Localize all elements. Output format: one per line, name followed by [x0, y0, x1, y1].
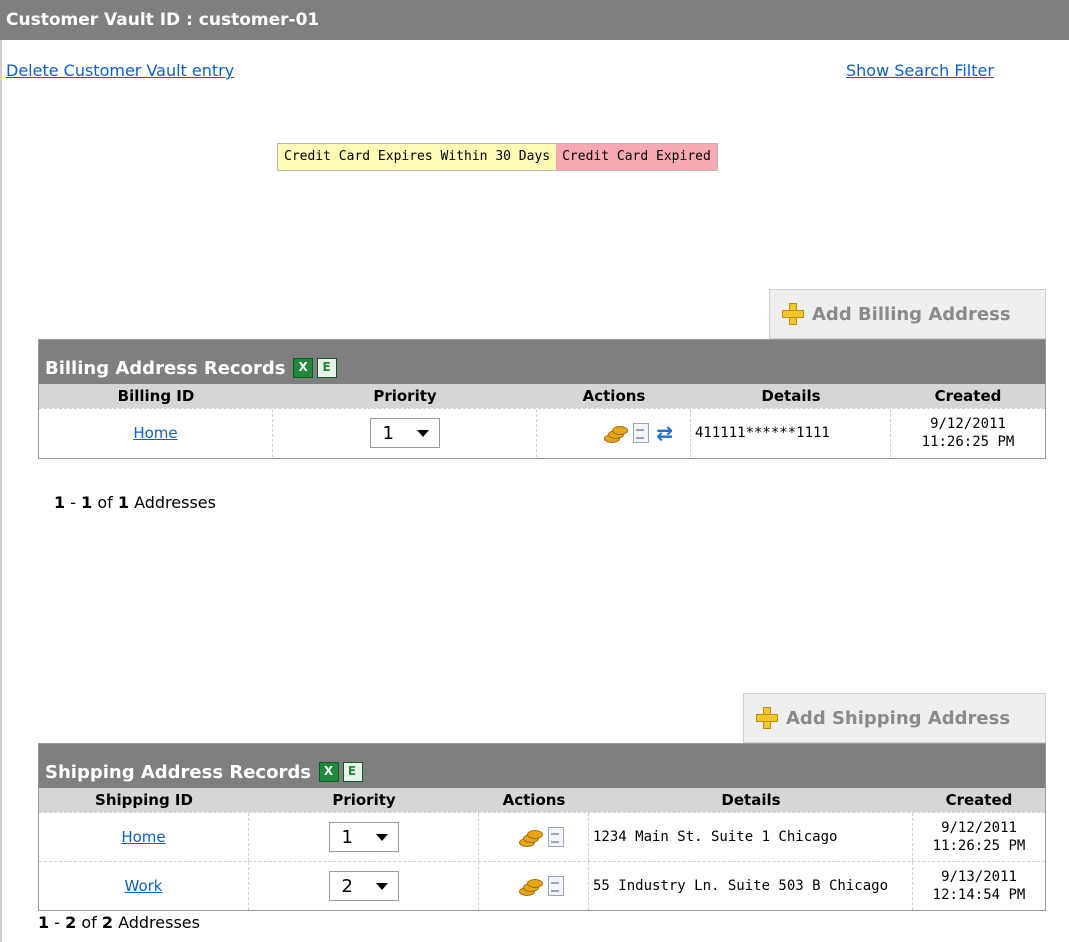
- details-doc-icon[interactable]: [633, 423, 650, 443]
- pager-to: 2: [65, 913, 77, 932]
- shipping-details: 55 Industry Ln. Suite 503 B Chicago: [589, 862, 913, 910]
- show-search-filter-link[interactable]: Show Search Filter: [846, 61, 994, 80]
- col-created: Created: [934, 387, 1002, 405]
- pager-of: of: [81, 913, 97, 932]
- chevron-down-icon: [375, 833, 388, 841]
- priority-value: 1: [341, 826, 353, 848]
- priority-select[interactable]: 1: [369, 418, 440, 448]
- billing-records-title: Billing Address Records: [45, 357, 286, 379]
- billing-id-link[interactable]: Home: [133, 424, 177, 442]
- col-billing-id: Billing ID: [117, 387, 195, 405]
- chevron-down-icon: [416, 429, 429, 437]
- add-shipping-label: Add Shipping Address: [786, 707, 1011, 729]
- pager-of: of: [97, 493, 113, 512]
- col-created: Created: [945, 791, 1013, 809]
- page-title: Customer Vault ID : customer-01: [0, 0, 1069, 40]
- left-border: [0, 0, 2, 942]
- plus-icon: [782, 303, 804, 325]
- add-billing-label: Add Billing Address: [812, 303, 1011, 325]
- shipping-id-link[interactable]: Work: [125, 877, 163, 895]
- shipping-column-headers: Shipping ID Priority Actions Details Cre…: [39, 788, 1045, 812]
- shipping-details: 1234 Main St. Suite 1 Chicago: [589, 813, 913, 861]
- col-priority: Priority: [373, 387, 437, 405]
- details-doc-icon[interactable]: [548, 876, 564, 896]
- table-row: Work 2 55 Industry Ln. Suite 503 B Chica…: [39, 861, 1045, 910]
- pager-to: 1: [81, 493, 93, 512]
- legend-expiring: Credit Card Expires Within 30 Days: [278, 144, 557, 170]
- billing-records-table: Billing Address Records Billing ID Prior…: [38, 339, 1046, 459]
- col-details: Details: [761, 387, 821, 405]
- priority-value: 1: [382, 422, 394, 444]
- col-actions: Actions: [502, 791, 566, 809]
- shipping-records-table: Shipping Address Records Shipping ID Pri…: [38, 743, 1046, 911]
- plus-icon: [756, 707, 778, 729]
- excel-download-icon[interactable]: [317, 358, 338, 378]
- pager-from: 1: [38, 913, 50, 932]
- priority-select[interactable]: 2: [328, 871, 399, 901]
- shipping-records-header: Shipping Address Records: [39, 744, 1045, 788]
- charge-coins-icon[interactable]: [604, 423, 629, 443]
- col-shipping-id: Shipping ID: [95, 791, 193, 809]
- col-actions: Actions: [582, 387, 646, 405]
- table-row: Home 1 1234 Main St. Suite 1 Chicago 9/1…: [39, 812, 1045, 861]
- status-legend: Credit Card Expires Within 30 Days Credi…: [277, 143, 718, 171]
- add-shipping-address-button[interactable]: Add Shipping Address: [743, 693, 1046, 743]
- col-priority: Priority: [332, 791, 396, 809]
- delete-vault-link[interactable]: Delete Customer Vault entry: [6, 61, 234, 80]
- sync-icon[interactable]: ⇄: [656, 423, 673, 443]
- legend-expired: Credit Card Expired: [556, 144, 717, 170]
- billing-pager: 1 - 1 of 1 Addresses: [54, 493, 216, 512]
- created-date: 9/12/2011: [930, 416, 1006, 432]
- priority-value: 2: [341, 875, 353, 897]
- pager-total: 2: [101, 913, 113, 932]
- billing-details: 411111******1111: [691, 409, 891, 457]
- pager-unit: Addresses: [118, 913, 200, 932]
- billing-column-headers: Billing ID Priority Actions Details Crea…: [39, 384, 1045, 408]
- pager-unit: Addresses: [134, 493, 216, 512]
- charge-coins-icon[interactable]: [519, 876, 543, 896]
- created-date: 9/12/2011: [941, 820, 1017, 836]
- add-billing-address-button[interactable]: Add Billing Address: [769, 289, 1046, 339]
- shipping-records-title: Shipping Address Records: [45, 761, 311, 783]
- charge-coins-icon[interactable]: [519, 827, 543, 847]
- pager-total: 1: [117, 493, 129, 512]
- created-date: 9/13/2011: [941, 869, 1017, 885]
- created-time: 11:26:25 PM: [921, 434, 1015, 450]
- chevron-down-icon: [375, 882, 388, 890]
- excel-download-icon[interactable]: [342, 762, 363, 782]
- shipping-id-link[interactable]: Home: [121, 828, 165, 846]
- created-time: 12:14:54 PM: [932, 887, 1026, 903]
- billing-records-header: Billing Address Records: [39, 340, 1045, 384]
- priority-select[interactable]: 1: [328, 822, 399, 852]
- details-doc-icon[interactable]: [548, 827, 564, 847]
- pager-from: 1: [54, 493, 66, 512]
- shipping-pager: 1 - 2 of 2 Addresses: [38, 913, 200, 932]
- excel-export-icon[interactable]: [318, 762, 339, 782]
- table-row: Home 1 ⇄ 411111******1111 9/12/2011 11:2…: [39, 408, 1045, 457]
- excel-export-icon[interactable]: [293, 358, 314, 378]
- created-time: 11:26:25 PM: [932, 838, 1026, 854]
- col-details: Details: [721, 791, 781, 809]
